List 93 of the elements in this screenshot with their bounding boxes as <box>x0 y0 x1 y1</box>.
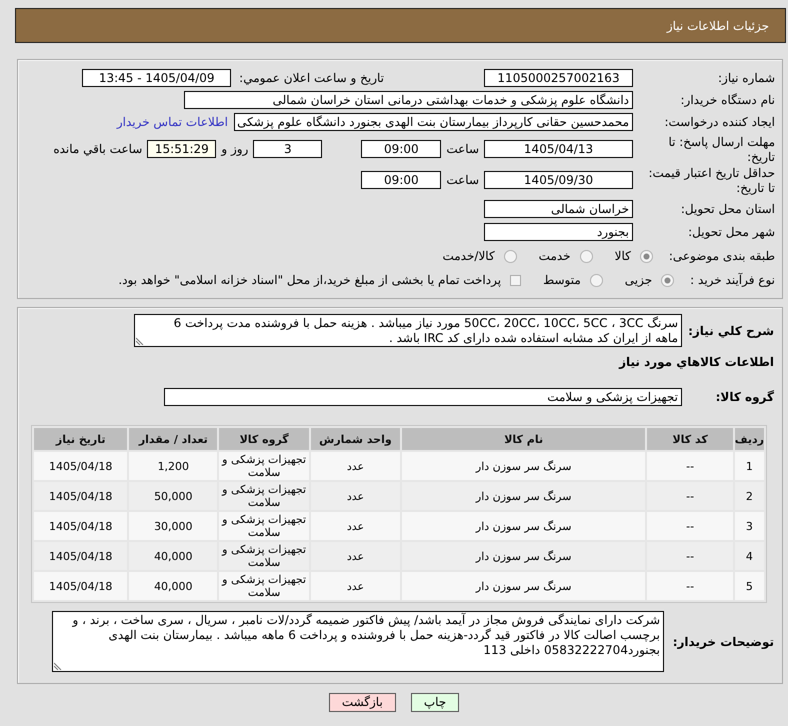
need-date-cell: 1405/04/18 <box>34 512 128 540</box>
unit-cell: عدد <box>311 482 400 510</box>
validity-time-field[interactable]: 09:00 <box>361 171 442 189</box>
announce-date-field[interactable]: 1405/04/09 - 13:45 <box>82 69 232 87</box>
field-label: گروه کالا: <box>714 390 774 404</box>
option-label: کالا/خدمت <box>442 249 495 263</box>
column-header: گروه کالا <box>219 428 310 450</box>
field-label: حداقل تاریخ اعتبار قیمت: تا تاریخ: <box>647 166 775 196</box>
row-number-cell: 4 <box>734 542 764 570</box>
radio-button[interactable] <box>590 274 603 286</box>
item-group-cell: تجهیزات پزشکی و سلامت <box>219 482 310 510</box>
field-label: شرح کلي نیاز: <box>688 324 774 338</box>
item-code-cell: -- <box>647 512 733 540</box>
need-number-field[interactable]: 1105000257002163 <box>484 69 633 87</box>
print-button[interactable]: چاپ <box>410 693 460 712</box>
need-date-cell: 1405/04/18 <box>34 482 128 510</box>
field-label: طبقه بندی موضوعی: <box>668 249 775 263</box>
item-group-cell: تجهیزات پزشکی و سلامت <box>219 542 310 570</box>
field-label: شماره نیاز: <box>717 70 775 86</box>
field-label: توضیحات خریدار: <box>672 634 774 648</box>
resize-grip-icon[interactable] <box>136 337 144 345</box>
remaining-time-field[interactable]: 15:51:29 <box>147 140 216 158</box>
column-header: ردیف <box>734 428 764 450</box>
checkbox[interactable] <box>510 274 522 286</box>
row-number-cell: 2 <box>734 482 764 510</box>
column-header: کد کالا <box>647 428 733 450</box>
radio-button[interactable] <box>504 250 517 262</box>
days-label: روز و <box>221 142 248 156</box>
option-label: خدمت <box>538 249 571 263</box>
back-button[interactable]: بازگشت <box>328 693 396 712</box>
field-label: استان محل تحویل: <box>680 202 775 216</box>
row-number-cell: 1 <box>734 452 764 480</box>
item-name-cell: سرنگ سر سوزن دار <box>402 542 646 570</box>
time-label: ساعت <box>446 173 479 187</box>
quantity-cell: 30,000 <box>129 512 218 540</box>
unit-cell: عدد <box>311 572 400 600</box>
field-label: ایجاد کننده درخواست: <box>663 114 775 130</box>
item-name-cell: سرنگ سر سوزن دار <box>402 512 646 540</box>
need-date-cell: 1405/04/18 <box>34 542 128 570</box>
time-label: ساعت <box>446 142 479 156</box>
unit-cell: عدد <box>311 542 400 570</box>
field-label: نوع فرآیند خرید : <box>690 273 775 287</box>
days-field[interactable]: 3 <box>253 140 322 158</box>
quantity-cell: 40,000 <box>129 542 218 570</box>
requester-field[interactable]: محمدحسین حقانی کارپرداز بیمارستان بنت الهدی بجنورد دانشگاه علوم پزشکی <box>234 113 633 131</box>
item-code-cell: -- <box>647 542 733 570</box>
item-code-cell: -- <box>647 452 733 480</box>
field-label: نام دستگاه خریدار: <box>680 92 775 108</box>
radio-button[interactable] <box>580 250 593 262</box>
radio-button[interactable] <box>661 274 674 286</box>
field-label: شهر محل تحویل: <box>687 224 775 240</box>
need-date-cell: 1405/04/18 <box>34 452 128 480</box>
item-name-cell: سرنگ سر سوزن دار <box>402 572 646 600</box>
quantity-cell: 40,000 <box>129 572 218 600</box>
item-code-cell: -- <box>647 482 733 510</box>
need-date-cell: 1405/04/18 <box>34 572 128 600</box>
column-header: واحد شمارش <box>311 428 400 450</box>
quantity-cell: 1,200 <box>129 452 218 480</box>
column-header: تاریخ نیاز <box>34 428 128 450</box>
unit-cell: عدد <box>311 452 400 480</box>
deadline-date-field[interactable]: 1405/04/13 <box>484 140 633 158</box>
buyer-notes-field[interactable]: شرکت دارای نمایندگی فروش مجاز در آیمد باشد/ پیش فاکتور ضمیمه گردد/لات نامبر ، سریال ، سری ساخت ، برند ، و برچسب اصالت کالا در فاکتور قید گردد-هزینه حمل با فروشنده و پرداخت 6 ماهه میباشد . بیمارستان بنت الهدی بجنورد05832222704 داخلی 113 <box>52 611 664 672</box>
option-label: جزیی <box>624 273 652 287</box>
field-label: مهلت ارسال پاسخ: تا تاریخ: <box>667 135 775 165</box>
checkbox-label: پرداخت تمام یا بخشی از مبلغ خرید،از محل "اسناد خزانه اسلامی" خواهد بود. <box>118 273 502 287</box>
radio-button[interactable] <box>640 250 653 262</box>
item-name-cell: سرنگ سر سوزن دار <box>402 482 646 510</box>
item-group-cell: تجهیزات پزشکی و سلامت <box>219 512 310 540</box>
item-group-cell: تجهیزات پزشکی و سلامت <box>219 572 310 600</box>
option-label: متوسط <box>543 273 581 287</box>
remaining-label: ساعت باقي مانده <box>53 142 142 156</box>
page-title: جزئیات اطلاعات نیاز <box>666 18 769 32</box>
province-field[interactable]: خراسان شمالی <box>484 200 633 218</box>
column-header: تعداد / مقدار <box>129 428 218 450</box>
row-number-cell: 5 <box>734 572 764 600</box>
city-field[interactable]: بجنورد <box>484 223 633 241</box>
unit-cell: عدد <box>311 512 400 540</box>
goods-group-field[interactable]: تجهیزات پزشکی و سلامت <box>164 388 682 406</box>
validity-date-field[interactable]: 1405/09/30 <box>484 171 633 189</box>
column-header: نام کالا <box>402 428 646 450</box>
field-label: تاریخ و ساعت اعلان عمومي: <box>239 71 384 85</box>
item-name-cell: سرنگ سر سوزن دار <box>402 452 646 480</box>
option-label: کالا <box>614 249 631 263</box>
section-heading: اطلاعات کالاهاي مورد نیاز <box>619 354 774 370</box>
row-number-cell: 3 <box>734 512 764 540</box>
item-group-cell: تجهیزات پزشکی و سلامت <box>219 452 310 480</box>
quantity-cell: 50,000 <box>129 482 218 510</box>
resize-grip-icon[interactable] <box>54 662 62 670</box>
buyer-org-field[interactable]: دانشگاه علوم پزشکی و خدمات بهداشتی درمانی استان خراسان شمالی <box>184 91 633 109</box>
item-code-cell: -- <box>647 572 733 600</box>
buyer-contact-link[interactable]: اطلاعات تماس خریدار <box>116 115 228 129</box>
deadline-time-field[interactable]: 09:00 <box>361 140 442 158</box>
description-field[interactable]: سرنگ 50CC، 20CC، 10CC، 5CC ، 3CC مورد نیاز میباشد . هزینه حمل با فروشنده مدت پرداخت 6 ماهه از ایران کد مشابه استفاده شده دارای کد IRC باشد . <box>134 314 682 347</box>
